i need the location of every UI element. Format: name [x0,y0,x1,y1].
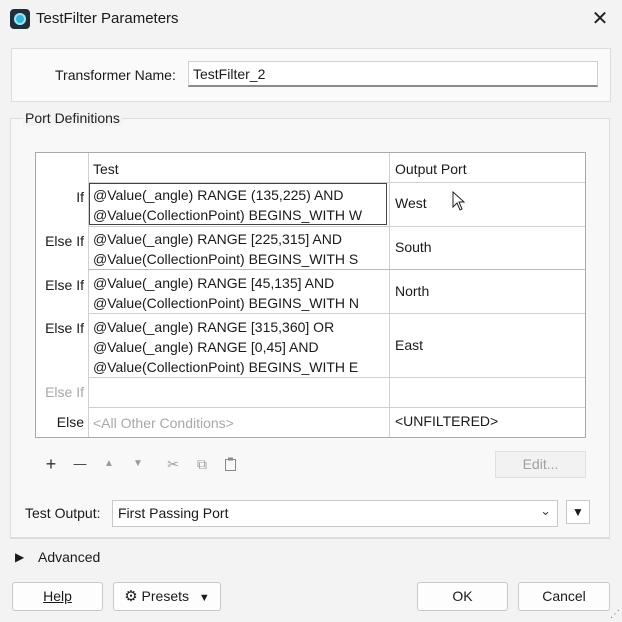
gear-icon: ⚙ [124,588,138,605]
chevron-down-icon: ⌄ [540,503,551,518]
test-output-value: First Passing Port [118,505,229,521]
table-row-test[interactable]: @Value(_angle) RANGE [45,135] AND @Value… [93,273,359,313]
grid-divider [88,313,585,314]
transformer-name-panel: Transformer Name: TestFilter_2 [11,48,611,102]
add-row-icon[interactable]: + [41,454,61,474]
triangle-right-icon: ▶ [15,550,25,564]
copy-icon[interactable]: ⧉ [192,454,212,474]
table-row-test-placeholder[interactable]: <All Other Conditions> [93,413,234,433]
move-up-icon[interactable]: ▲ [99,454,119,474]
row-label-else: Else [56,414,84,430]
table-row-test-empty[interactable] [93,382,383,402]
presets-label: Presets [141,588,190,604]
table-row-test[interactable]: @Value(_angle) RANGE [225,315] AND @Valu… [93,229,358,269]
column-header-test[interactable]: Test [93,159,119,179]
column-header-output-port[interactable]: Output Port [395,159,467,179]
divider [10,538,610,539]
grid-divider [88,269,585,270]
test-line: @Value(CollectionPoint) BEGINS_WITH N [93,295,360,311]
resize-grip-icon[interactable]: ⋰ [610,609,620,620]
table-row-test[interactable]: @Value(_angle) RANGE (135,225) AND @Valu… [93,185,362,225]
row-label-if: If [76,189,84,205]
grid-divider [88,407,585,408]
transformer-name-label: Transformer Name: [55,67,176,83]
row-label-else-if: Else If [45,277,84,293]
table-row-test[interactable]: @Value(_angle) RANGE [315,360] OR @Value… [93,317,358,377]
test-line: @Value(_angle) RANGE [225,315] AND [93,231,342,247]
test-line: @Value(CollectionPoint) BEGINS_WITH S [93,251,359,267]
close-button[interactable]: ✕ [586,6,614,32]
presets-button[interactable]: ⚙ Presets ▼ [113,582,221,611]
row-label-else-if: Else If [45,384,84,400]
transformer-name-input[interactable]: TestFilter_2 [188,61,598,87]
table-row-output-port[interactable]: West [395,195,427,211]
table-row-output-port-empty[interactable] [395,382,580,402]
test-output-label: Test Output: [25,505,101,521]
mouse-pointer-icon [452,191,466,211]
help-button[interactable]: Help [12,582,103,611]
test-line: @Value(CollectionPoint) BEGINS_WITH E [93,359,359,375]
cut-icon[interactable]: ✂ [163,454,183,474]
row-label-else-if: Else If [45,233,84,249]
edit-button[interactable]: Edit... [495,451,586,478]
grid-divider [88,226,585,227]
table-row-output-port[interactable]: North [395,283,429,299]
grid-divider [88,377,585,378]
ok-button[interactable]: OK [417,582,508,611]
fme-app-icon [10,9,30,29]
cancel-button[interactable]: Cancel [518,582,610,611]
test-line: @Value(_angle) RANGE [45,135] AND [93,275,335,291]
window-title: TestFilter Parameters [36,10,179,27]
test-output-menu-button[interactable]: ▼ [566,500,590,524]
grid-divider [389,153,390,437]
remove-row-icon[interactable]: — [70,454,90,474]
test-line: @Value(_angle) RANGE (135,225) AND [93,187,344,203]
advanced-label: Advanced [38,549,101,565]
row-label-else-if: Else If [45,320,84,336]
title-bar: TestFilter Parameters ✕ [0,0,622,38]
test-output-select[interactable]: First Passing Port ⌄ [112,500,558,527]
port-definitions-legend: Port Definitions [23,110,122,126]
table-row-output-port[interactable]: South [395,239,432,255]
table-row-output-port[interactable]: East [395,337,423,353]
test-line: @Value(_angle) RANGE [315,360] OR [93,319,335,335]
test-line: @Value(CollectionPoint) BEGINS_WITH W [93,207,363,223]
move-down-icon[interactable]: ▼ [128,454,148,474]
test-line: @Value(_angle) RANGE [0,45] AND [93,339,319,355]
chevron-down-icon: ▼ [198,592,210,604]
paste-icon[interactable] [223,456,239,472]
table-row-output-port[interactable]: <UNFILTERED> [395,413,498,429]
